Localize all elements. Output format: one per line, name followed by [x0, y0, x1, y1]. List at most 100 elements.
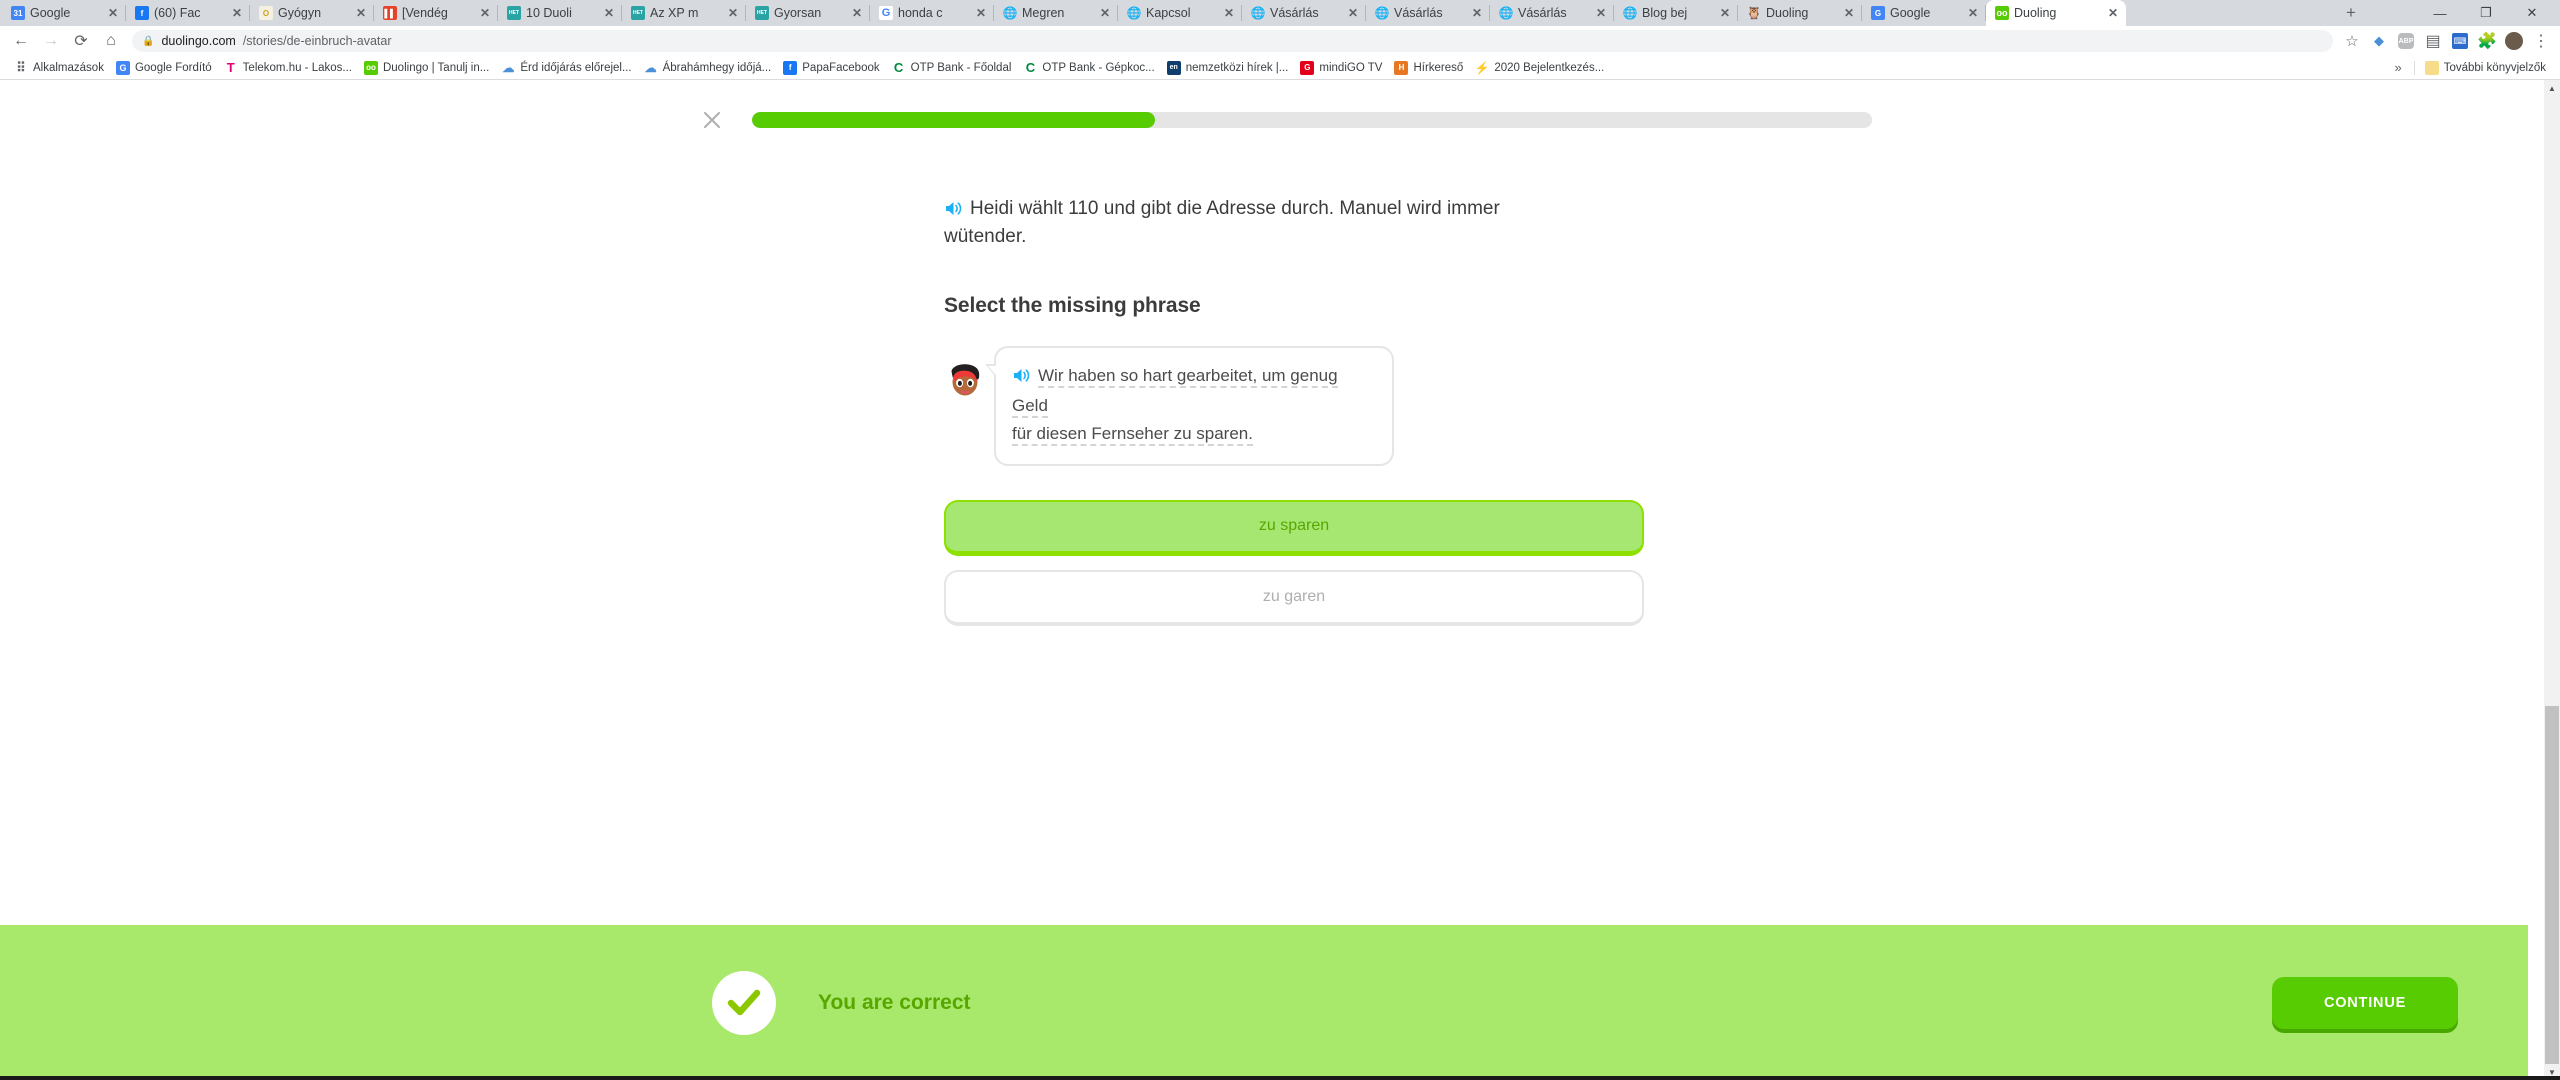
tab-close-button[interactable]: ✕: [1718, 6, 1732, 20]
close-story-button[interactable]: [694, 102, 730, 138]
tab-close-button[interactable]: ✕: [974, 6, 988, 20]
tab-close-button[interactable]: ✕: [2106, 6, 2120, 20]
tab-close-button[interactable]: ✕: [1966, 6, 1980, 20]
browser-tab[interactable]: 🌐 Vásárlás ✕: [1490, 0, 1614, 26]
bookmark-item[interactable]: en nemzetközi hírek |...: [1161, 59, 1295, 77]
page-scrollbar[interactable]: ▲ ▼: [2544, 80, 2560, 1080]
duolingo-story-page: Heidi wählt 110 und gibt die Adresse dur…: [0, 80, 2544, 1080]
forward-button[interactable]: →: [36, 28, 66, 54]
tab-close-button[interactable]: ✕: [354, 6, 368, 20]
bookmarks-overflow-button[interactable]: »: [2386, 58, 2409, 77]
telekom-icon: T: [226, 60, 235, 75]
bookmark-item[interactable]: C OTP Bank - Főoldal: [886, 59, 1018, 77]
tab-close-button[interactable]: ✕: [1098, 6, 1112, 20]
extensions-puzzle-icon[interactable]: 🧩: [2474, 28, 2500, 54]
other-bookmarks-folder[interactable]: További könyvjelzők: [2419, 59, 2552, 77]
bubble-speaker-icon[interactable]: [1012, 365, 1031, 393]
bookmark-item[interactable]: ⚡ 2020 Bejelentkezés...: [1469, 59, 1610, 77]
browser-tab[interactable]: G Google ✕: [1862, 0, 1986, 26]
profile-avatar-icon[interactable]: ●: [2505, 32, 2523, 50]
bookmark-item[interactable]: ☁ Ábrahámhegy időjá...: [638, 59, 778, 77]
bookmark-item[interactable]: G Google Fordító: [110, 59, 218, 77]
tab-title: honda c: [898, 6, 943, 20]
bookmark-item[interactable]: GmindiGO TV: [1294, 59, 1388, 77]
continue-button[interactable]: CONTINUE: [2272, 976, 2458, 1029]
choice-option[interactable]: zu sparen: [944, 499, 1644, 556]
en-news-icon: en: [1166, 60, 1181, 75]
scroll-up-arrow[interactable]: ▲: [2544, 80, 2560, 96]
reload-button[interactable]: ⟳: [66, 28, 96, 54]
window-maximize-button[interactable]: ❐: [2464, 0, 2508, 26]
browser-tab[interactable]: HET Az XP m ✕: [622, 0, 746, 26]
tab-close-button[interactable]: ✕: [850, 6, 864, 20]
prompt-title: Select the missing phrase: [944, 293, 1201, 317]
browser-tab[interactable]: 31 Google ✕: [2, 0, 126, 26]
tab-title: Blog bej: [1642, 6, 1688, 20]
scrollbar-track[interactable]: [2544, 96, 2560, 1064]
tab-close-button[interactable]: ✕: [726, 6, 740, 20]
bookmark-item[interactable]: oo Duolingo | Tanulj in...: [358, 59, 495, 77]
tab-title: [Vendég: [402, 6, 448, 20]
google-translate-icon: G: [115, 60, 130, 75]
apps-grid-icon: ⠿: [16, 60, 26, 75]
browser-tab[interactable]: ▌▌ [Vendég ✕: [374, 0, 498, 26]
keyboard-extension-icon[interactable]: ⌨: [2452, 33, 2468, 49]
window-close-button[interactable]: ✕: [2510, 0, 2554, 26]
browser-tab[interactable]: 🌐 Vásárlás ✕: [1366, 0, 1490, 26]
speech-bubble[interactable]: Wir haben so hart gearbeitet, um genug G…: [985, 345, 1394, 466]
tab-close-button[interactable]: ✕: [106, 6, 120, 20]
bookmark-item[interactable]: f PapaFacebook: [777, 59, 885, 77]
browser-tab[interactable]: HET 10 Duoli ✕: [498, 0, 622, 26]
scrollbar-thumb[interactable]: [2545, 705, 2559, 1064]
tab-close-button[interactable]: ✕: [230, 6, 244, 20]
form-filler-icon[interactable]: ▤: [2420, 28, 2446, 54]
tab-close-button[interactable]: ✕: [1842, 6, 1856, 20]
ring-icon: O: [259, 6, 273, 20]
adblock-plus-icon[interactable]: ABP: [2398, 33, 2414, 49]
browser-tab[interactable]: Ghonda c ✕: [870, 0, 994, 26]
bookmark-item[interactable]: ☁ Érd időjárás előrejel...: [495, 59, 637, 77]
bookmark-label: OTP Bank - Főoldal: [910, 61, 1012, 74]
bookmark-item[interactable]: C OTP Bank - Gépkoc...: [1017, 59, 1160, 77]
bookmark-item[interactable]: H Hírkereső: [1388, 59, 1469, 77]
browser-tab[interactable]: 🌐 Megren ✕: [994, 0, 1118, 26]
facebook-icon: f: [783, 60, 798, 75]
tab-close-button[interactable]: ✕: [1222, 6, 1236, 20]
browser-tab[interactable]: 🌐 Blog bej ✕: [1614, 0, 1738, 26]
extension-blue-icon[interactable]: ◆: [2366, 28, 2392, 54]
otp-bank-icon: C: [1025, 60, 1036, 75]
result-text: You are correct: [818, 990, 971, 1014]
browser-tab[interactable]: HET Gyorsan ✕: [746, 0, 870, 26]
browser-tab[interactable]: O Gyógyn ✕: [250, 0, 374, 26]
narration-line[interactable]: Heidi wählt 110 und gibt die Adresse dur…: [944, 196, 1584, 250]
page-viewport: Heidi wählt 110 und gibt die Adresse dur…: [0, 80, 2560, 1080]
browser-tab[interactable]: 🦉 Duoling ✕: [1738, 0, 1862, 26]
url-path: /stories/de-einbruch-avatar: [242, 34, 392, 48]
tab-close-button[interactable]: ✕: [602, 6, 616, 20]
browser-tab[interactable]: oo Duoling ✕: [1986, 0, 2126, 26]
bookmark-label: nemzetközi hírek |...: [1185, 61, 1289, 74]
chrome-menu-icon[interactable]: ⋮: [2528, 28, 2554, 54]
toolbar-icon-group: ☆◆ ABP ▤ ⌨ 🧩 ● ⋮: [2339, 28, 2554, 54]
browser-tab[interactable]: 🌐 Vásárlás ✕: [1242, 0, 1366, 26]
new-tab-button[interactable]: +: [2338, 0, 2364, 26]
choice-option[interactable]: zu garen: [944, 569, 1644, 626]
bookmark-star-icon[interactable]: ☆: [2339, 28, 2365, 54]
browser-tab[interactable]: 🌐 Kapcsol ✕: [1118, 0, 1242, 26]
tab-close-button[interactable]: ✕: [478, 6, 492, 20]
browser-tab[interactable]: f (60) Fac ✕: [126, 0, 250, 26]
tab-title: Gyorsan: [774, 6, 822, 20]
back-button[interactable]: ←: [6, 28, 36, 54]
speaker-icon[interactable]: [944, 199, 963, 224]
tab-close-button[interactable]: ✕: [1346, 6, 1360, 20]
window-minimize-button[interactable]: —: [2418, 0, 2462, 26]
weather-icon: ☁: [644, 60, 657, 75]
story-header: [0, 80, 2544, 138]
happily-ever-travels-icon: HET: [755, 6, 769, 20]
address-bar[interactable]: 🔒 duolingo.com/stories/de-einbruch-avata…: [132, 30, 2333, 52]
tab-close-button[interactable]: ✕: [1594, 6, 1608, 20]
tab-close-button[interactable]: ✕: [1470, 6, 1484, 20]
bookmark-item[interactable]: T Telekom.hu - Lakos...: [218, 59, 358, 77]
home-button[interactable]: ⌂: [96, 28, 126, 54]
bookmark-item[interactable]: ⠿ Alkalmazások: [8, 59, 110, 77]
